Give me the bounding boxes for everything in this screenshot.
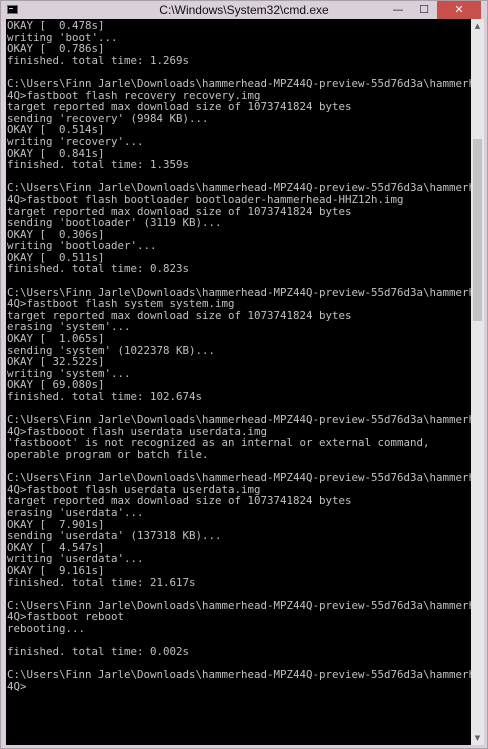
console-text: OKAY [ 0.478s] writing 'boot'... OKAY [ 0.…: [6, 19, 471, 692]
console-line: C:\Users\Finn Jarle\Downloads\hammerhead…: [7, 76, 471, 90]
scrollbar-thumb[interactable]: [473, 139, 482, 321]
console-line: operable program or batch file.: [7, 447, 209, 461]
console-line: OKAY [ 9.161s]: [7, 563, 105, 577]
scroll-up-arrow-icon[interactable]: ▲: [471, 19, 484, 33]
console-line: OKAY [ 0.478s]: [7, 19, 105, 32]
maximize-button[interactable]: ☐: [411, 1, 437, 19]
console-line: erasing 'userdata'...: [7, 505, 144, 519]
console-line: finished. total time: 102.674s: [7, 390, 203, 403]
title-bar[interactable]: C:\Windows\System32\cmd.exe — ☐ ✕: [1, 1, 487, 19]
console-line: finished. total time: 1.269s: [7, 53, 190, 67]
console-line: finished. total time: 0.002s: [7, 645, 190, 659]
console-line: finished. total time: 1.359s: [7, 158, 190, 172]
vertical-scrollbar[interactable]: ▲ ▼: [471, 19, 484, 745]
minimize-button[interactable]: —: [385, 1, 411, 19]
cmd-window: C:\Windows\System32\cmd.exe — ☐ ✕ OKAY […: [0, 0, 488, 749]
console-line: sending 'bootloader' (3119 KB)...: [7, 216, 222, 230]
console-line: OKAY [ 1.065s]: [7, 332, 105, 346]
console-line: 4Q>: [7, 679, 27, 693]
console-line: C:\Users\Finn Jarle\Downloads\hammerhead…: [7, 471, 471, 485]
console-line: writing 'recovery'...: [7, 134, 144, 148]
console-line: C:\Users\Finn Jarle\Downloads\hammerhead…: [7, 668, 471, 682]
console-line: finished. total time: 0.823s: [7, 262, 190, 276]
console-line: rebooting...: [7, 621, 86, 635]
console-output[interactable]: OKAY [ 0.478s] writing 'boot'... OKAY [ 0.…: [6, 19, 471, 745]
console-line: 4Q>fastboot flash bootloader bootloader-…: [7, 192, 404, 206]
console-line: finished. total time: 21.617s: [7, 575, 196, 589]
close-button[interactable]: ✕: [437, 1, 481, 19]
window-controls: — ☐ ✕: [385, 1, 481, 19]
console-line: sending 'userdata' (137318 KB)...: [7, 529, 222, 543]
scroll-down-arrow-icon[interactable]: ▼: [471, 731, 484, 745]
console-line: target reported max download size of 107…: [7, 100, 352, 114]
